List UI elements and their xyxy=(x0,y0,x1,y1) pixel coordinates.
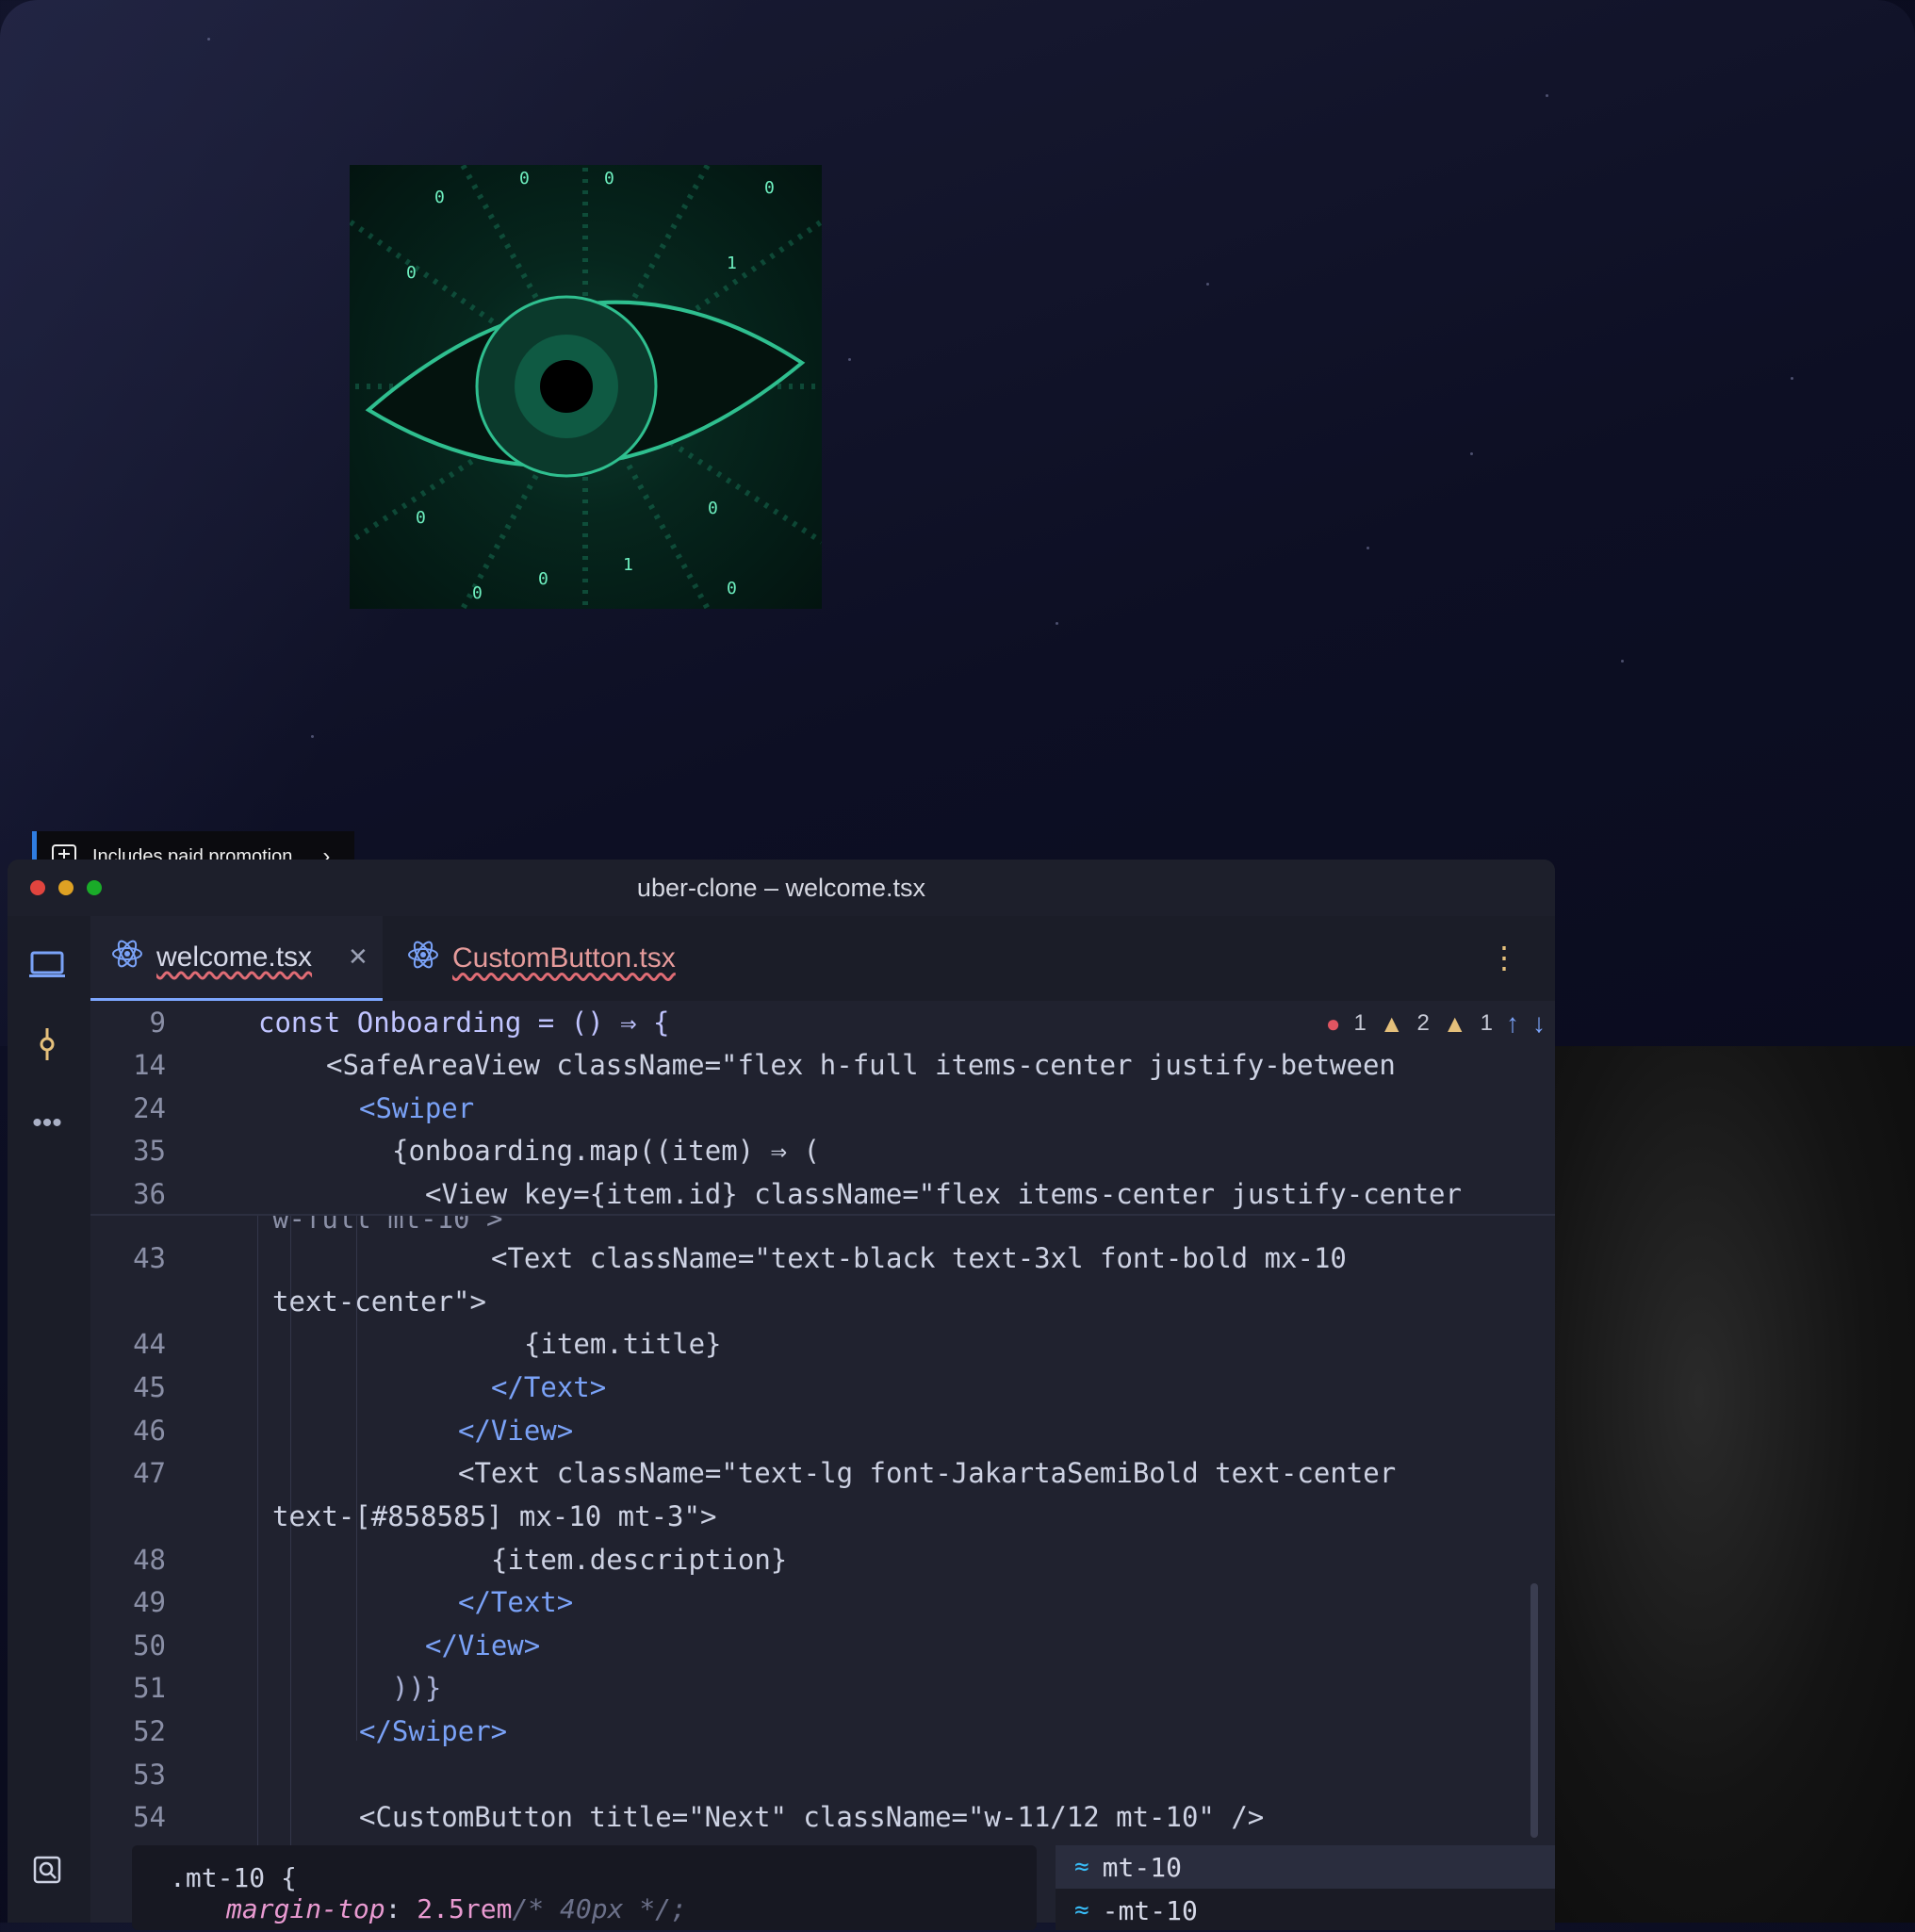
svg-text:0: 0 xyxy=(727,579,737,598)
svg-text:0: 0 xyxy=(708,499,718,518)
css-value: 2.5rem xyxy=(417,1893,513,1924)
code-line: 14 <SafeAreaView className="flex h-full i… xyxy=(133,1049,1396,1081)
code-line-current: 54 <CustomButton title="Next" className="… xyxy=(133,1801,1265,1833)
window-title: uber-clone – welcome.tsx xyxy=(636,873,926,902)
code-line: 53 xyxy=(133,1759,166,1791)
title-bar: uber-clone – welcome.tsx xyxy=(8,860,1555,916)
inspection-widget[interactable]: ● 1 ▲ 2 ▲ 1 ↑ ↓ xyxy=(1326,1008,1546,1039)
error-count: 1 xyxy=(1353,1010,1367,1036)
weak-warning-count: 1 xyxy=(1480,1010,1493,1036)
more-icon[interactable]: ••• xyxy=(26,1103,68,1144)
next-highlight-icon[interactable]: ↓ xyxy=(1532,1008,1546,1039)
close-window-button[interactable] xyxy=(30,880,45,895)
tab-label: CustomButton.tsx xyxy=(452,942,676,974)
tab-welcome[interactable]: welcome.tsx ✕ xyxy=(90,916,383,1001)
window-controls xyxy=(30,880,102,895)
code-line: 24 <Swiper xyxy=(133,1092,475,1124)
previous-highlight-icon[interactable]: ↑ xyxy=(1506,1008,1519,1039)
error-icon: ● xyxy=(1325,1008,1341,1038)
completion-item[interactable]: ≈ -mt-10 xyxy=(1056,1889,1555,1932)
svg-text:0: 0 xyxy=(604,169,614,188)
minimize-window-button[interactable] xyxy=(58,880,74,895)
css-selector: .mt-10 { xyxy=(170,1862,297,1893)
editor-window: uber-clone – welcome.tsx ••• welcome.tsx… xyxy=(8,860,1555,1923)
activity-bar: ••• xyxy=(8,916,90,1923)
project-icon[interactable] xyxy=(26,944,68,986)
code-line: 47 <Text className="text-lg font-JakartaS… xyxy=(133,1457,1397,1489)
completion-label: -mt-10 xyxy=(1102,1894,1198,1926)
code-line: 52 </Swiper> xyxy=(133,1715,508,1747)
warning-icon: ▲ xyxy=(1379,1008,1404,1038)
svg-text:0: 0 xyxy=(519,169,530,188)
css-documentation-popup: .mt-10 { margin-top: 2.5rem/* 40px */; xyxy=(132,1845,1037,1930)
css-comment: /* 40px */; xyxy=(512,1893,687,1924)
code-line: 49 </Text> xyxy=(133,1586,574,1618)
svg-text:0: 0 xyxy=(538,569,548,589)
code-line: 50 </View> xyxy=(133,1629,541,1662)
svg-text:0: 0 xyxy=(434,188,445,207)
vertical-scrollbar[interactable] xyxy=(1530,1583,1538,1838)
tailwind-icon: ≈ xyxy=(1074,1896,1089,1924)
code-line: 46 </View> xyxy=(133,1415,574,1447)
warning-count: 2 xyxy=(1416,1010,1430,1036)
tab-label: welcome.tsx xyxy=(156,941,313,973)
code-line: text-center"> xyxy=(272,1285,486,1318)
tab-bar: welcome.tsx ✕ CustomButton.tsx ⋮ xyxy=(90,916,1555,1001)
completion-list: ≈ mt-10 ≈ -mt-10 xyxy=(1056,1845,1555,1930)
code-line: 48 {item.description} xyxy=(133,1544,788,1576)
svg-text:0: 0 xyxy=(416,508,426,528)
react-icon xyxy=(407,939,439,978)
blurred-background xyxy=(1555,1046,1915,1923)
matrix-eye-image: 0 0 0 0 0 1 0 0 0 1 0 0 xyxy=(350,165,822,609)
svg-text:1: 1 xyxy=(623,555,633,575)
code-line: 44 {item.title} xyxy=(133,1328,722,1360)
code-line: 45 </Text> xyxy=(133,1371,607,1403)
close-tab-icon[interactable]: ✕ xyxy=(348,942,368,972)
weak-warning-icon: ▲ xyxy=(1442,1008,1467,1038)
svg-text:1: 1 xyxy=(727,254,737,273)
more-options-icon[interactable]: ⋮ xyxy=(1489,942,1519,973)
svg-text:0: 0 xyxy=(764,178,775,198)
svg-text:0: 0 xyxy=(406,263,417,283)
code-line: 51))} xyxy=(133,1672,442,1704)
code-line: 36 <View key={item.id} className="flex it… xyxy=(133,1178,1462,1210)
find-icon[interactable] xyxy=(26,1849,68,1891)
git-commit-icon[interactable] xyxy=(26,1023,68,1065)
react-icon xyxy=(111,938,143,977)
tailwind-icon: ≈ xyxy=(1074,1853,1089,1881)
css-property: margin-top xyxy=(226,1893,385,1924)
code-line: 43 <Text className="text-black text-3xl f… xyxy=(133,1242,1347,1274)
tab-custombutton[interactable]: CustomButton.tsx xyxy=(392,916,676,1001)
code-line: 35 {onboarding.map((item) ⇒ ( xyxy=(133,1135,820,1167)
code-editor[interactable]: ● 1 ▲ 2 ▲ 1 ↑ ↓ 9 const Onboarding = () ⇒ { … xyxy=(90,1001,1555,1923)
svg-text:0: 0 xyxy=(472,583,483,603)
code-line: text-[#858585] mx-10 mt-3"> xyxy=(272,1500,717,1532)
zoom-window-button[interactable] xyxy=(87,880,102,895)
completion-item[interactable]: ≈ mt-10 xyxy=(1056,1845,1555,1889)
completion-label: mt-10 xyxy=(1102,1851,1182,1883)
